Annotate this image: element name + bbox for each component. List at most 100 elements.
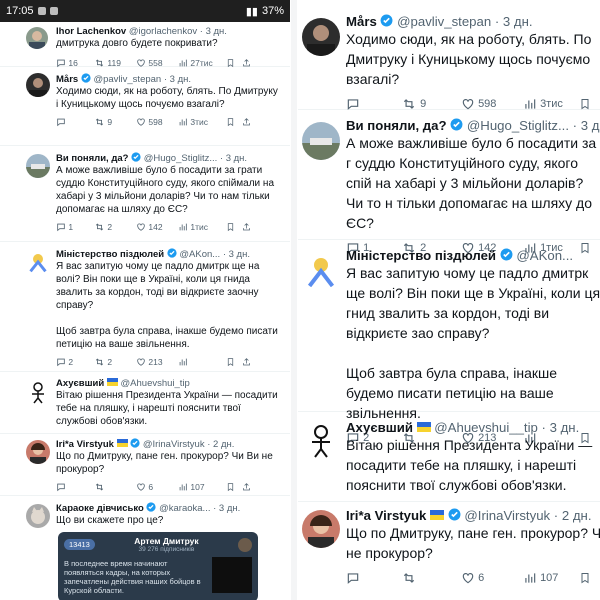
share-button[interactable] (242, 357, 251, 367)
author-handle[interactable]: @karaoka... (159, 503, 210, 514)
retweet-button[interactable] (401, 571, 461, 585)
video-thumbnail[interactable] (212, 557, 252, 593)
tweet-text: Що по Дмитруку, пане ген. прокурор? Ч не… (346, 525, 600, 561)
author-handle[interactable]: @igorlachenkov (129, 26, 197, 37)
like-button[interactable]: 598 (461, 97, 523, 111)
retweet-button[interactable]: 9 (94, 117, 136, 127)
reply-button[interactable] (346, 97, 401, 111)
avatar[interactable] (302, 252, 340, 290)
author-handle[interactable]: @IrinaVirstyuk (464, 508, 550, 523)
reply-button[interactable] (346, 571, 401, 585)
tweet-item[interactable]: Iri*a Virstyuk @IrinaVirstyuk · 2 дн. Що… (298, 502, 600, 600)
reply-button[interactable] (56, 117, 94, 127)
views-button[interactable]: 107 (523, 571, 579, 585)
author-name[interactable]: Ахуєвший (346, 420, 413, 435)
views-button[interactable]: 107 (178, 482, 226, 492)
author-handle[interactable]: @Hugo_Stiglitz... (467, 118, 569, 133)
avatar[interactable] (26, 73, 50, 97)
tweet-text: дмитрука довго будете покривати? (56, 38, 218, 49)
avatar[interactable] (302, 18, 340, 56)
author-name[interactable]: Iri*a Virstyuk (56, 439, 114, 450)
author-name[interactable]: Ihor Lachenkov (56, 26, 126, 37)
author-handle[interactable]: @pavliv_stepan (397, 14, 491, 29)
views-button[interactable]: 1тис (178, 222, 226, 232)
tweet-item[interactable]: Ви поняли, да? @Hugo_Stiglitz... · 3 дн.… (0, 146, 290, 242)
tweet-item[interactable]: Міністерство піздюлей @AKon... Я вас зап… (298, 240, 600, 444)
reply-icon (57, 118, 65, 127)
author-name[interactable]: Караоке дівчисько (56, 503, 144, 514)
ukraine-flag-icon (416, 422, 431, 432)
author-name[interactable]: Міністерство піздюлей (346, 248, 496, 263)
signal-icon: ▮▮ (245, 5, 258, 18)
author-name[interactable]: Ахуєвший (56, 378, 104, 389)
bookmark-button[interactable] (579, 97, 591, 111)
avatar[interactable] (26, 250, 50, 274)
avatar[interactable] (26, 440, 50, 464)
tweet-item[interactable]: Mårs @pavliv_stepan · 3 дн. Ходимо сюди,… (298, 0, 600, 110)
author-name[interactable]: Mårs (56, 74, 78, 85)
author-name[interactable]: Iri*a Virstyuk (346, 508, 426, 523)
retweet-button[interactable]: 2 (94, 357, 136, 367)
bookmark-button[interactable] (579, 571, 591, 585)
author-handle[interactable]: @AKon... (516, 248, 573, 263)
avatar[interactable] (26, 380, 50, 404)
reply-button[interactable] (56, 482, 94, 492)
views-button[interactable]: 3тис (523, 97, 579, 111)
share-button[interactable] (242, 482, 251, 492)
views-button[interactable]: 3тис (178, 117, 226, 127)
reply-icon (347, 99, 359, 110)
tweet-item[interactable]: Міністерство піздюлей @AKon... · 3 дн. Я… (0, 242, 290, 372)
bookmark-icon (581, 99, 589, 110)
author-handle[interactable]: @Hugo_Stiglitz... (144, 153, 218, 164)
author-handle[interactable]: @IrinaVirstyuk (143, 439, 205, 450)
like-button[interactable]: 142 (136, 222, 178, 232)
tweet-item[interactable]: Iri*a Virstyuk @IrinaVirstyuk · 2 дн. Що… (0, 434, 290, 496)
author-handle[interactable]: @AKon... (179, 249, 220, 260)
bookmark-button[interactable] (226, 482, 242, 492)
share-button[interactable] (242, 117, 251, 127)
tweet-item[interactable]: Mårs @pavliv_stepan · 3 дн. Ходимо сюди,… (0, 67, 290, 146)
author-name[interactable]: Mårs (346, 14, 377, 29)
tweet-time: · 2 дн. (553, 508, 592, 523)
retweet-button[interactable]: 9 (401, 97, 461, 111)
bookmark-icon (227, 223, 234, 232)
avatar[interactable] (26, 27, 48, 49)
tweet-item[interactable]: Ви поняли, да? @Hugo_Stiglitz... · 3 дн.… (298, 110, 600, 254)
views-button[interactable] (178, 357, 226, 367)
ukraine-flag-icon (106, 378, 118, 386)
like-button[interactable]: 6 (461, 571, 523, 585)
author-handle[interactable]: @Ahuevshui_tip (121, 378, 190, 389)
author-name[interactable]: Міністерство піздюлей (56, 249, 164, 260)
like-button[interactable]: 213 (136, 357, 178, 367)
tweet-text: Я вас запитую чому це падло дмитрк ще во… (346, 265, 600, 421)
bookmark-button[interactable] (226, 357, 242, 367)
author-handle[interactable]: @Ahuevshui__tip (434, 420, 538, 435)
tweet-time: · 3 дн. (572, 118, 600, 133)
tweet-item[interactable]: Ахуєвший @Ahuevshui__tip · 3 дн. Вітаю р… (298, 412, 600, 502)
reply-button[interactable]: 2 (56, 357, 94, 367)
avatar[interactable] (302, 510, 340, 548)
avatar[interactable] (26, 504, 50, 528)
avatar[interactable] (26, 154, 50, 178)
tweet-item[interactable]: Ахуєвший @Ahuevshui_tip Вітаю рішення Пр… (0, 372, 290, 434)
reply-button[interactable]: 1 (56, 222, 94, 232)
retweet-icon (95, 118, 104, 126)
avatar[interactable] (302, 422, 340, 460)
avatar[interactable] (302, 122, 340, 160)
tweet-text: Ходимо сюди, як на роботу, блять. По Дми… (56, 86, 278, 110)
share-button[interactable] (242, 222, 251, 232)
like-button[interactable]: 598 (136, 117, 178, 127)
author-name[interactable]: Ви поняли, да? (346, 118, 447, 133)
bookmark-button[interactable] (226, 117, 242, 127)
quoted-media-card[interactable]: 13413 Артем Дмитрук 39 276 підписників В… (58, 532, 258, 600)
author-handle[interactable]: @pavliv_stepan (93, 74, 161, 85)
tweet-time: · 3 дн. (163, 74, 192, 85)
author-name[interactable]: Ви поняли, да? (56, 153, 128, 164)
bookmark-button[interactable] (226, 222, 242, 232)
ukraine-flag-icon (116, 439, 128, 447)
retweet-button[interactable] (94, 482, 136, 492)
tweet-time[interactable]: · 3 дн. (200, 26, 227, 37)
retweet-button[interactable]: 2 (94, 222, 136, 232)
like-button[interactable]: 6 (136, 482, 178, 492)
tweet-item[interactable]: Ihor Lachenkov @igorlachenkov · 3 дн. дм… (0, 22, 290, 68)
